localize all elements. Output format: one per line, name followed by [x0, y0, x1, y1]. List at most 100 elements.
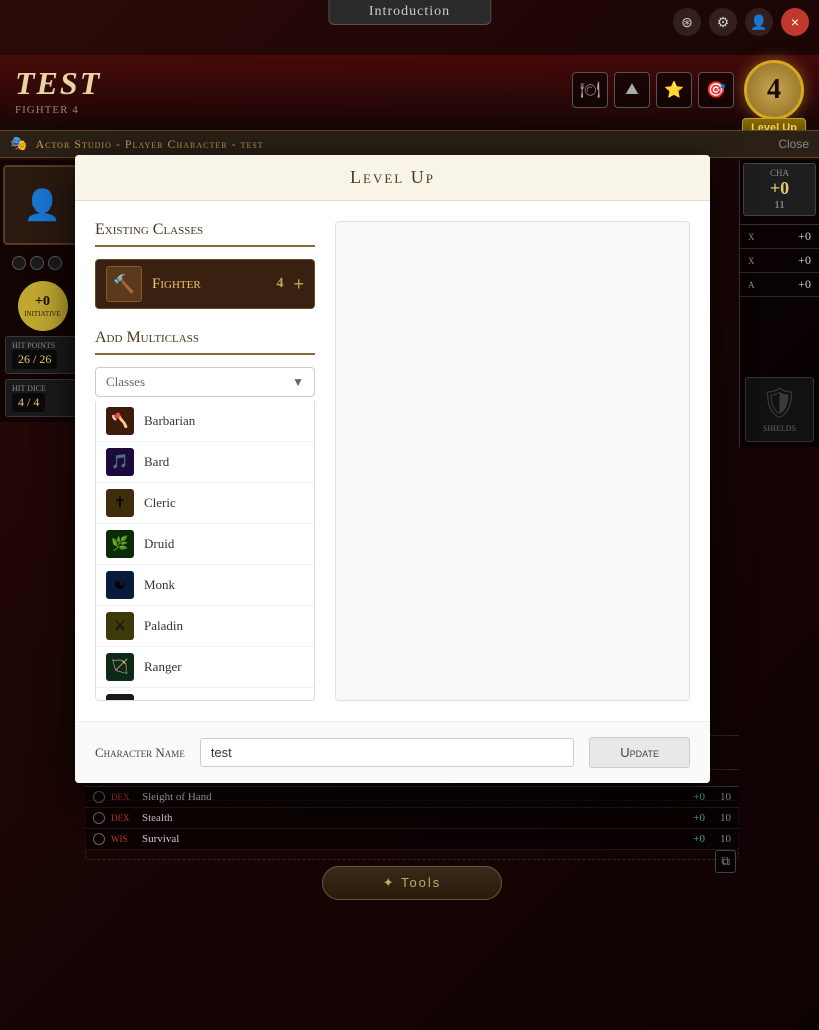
fighter-icon: 🔨 — [106, 266, 142, 302]
stat-row-2-val: +0 — [798, 253, 811, 268]
stat-row-2: X +0 — [740, 249, 819, 273]
druid-icon: 🌿 — [106, 530, 134, 558]
stat-row-1-val: +0 — [798, 229, 811, 244]
actor-studio-text: Actor Studio - Player Character - test — [35, 137, 263, 152]
prof-circle-3 — [48, 256, 62, 270]
right-stat-rows: X +0 X +0 A +0 — [740, 224, 819, 297]
modal-header: Level Up — [75, 155, 710, 201]
user-icon-btn[interactable]: 👤 — [745, 8, 773, 36]
cha-mod: +0 — [746, 178, 813, 199]
classes-dropdown[interactable]: Classes ▼ — [95, 367, 315, 397]
class-item-monk[interactable]: ☯ Monk — [96, 565, 314, 606]
skill-name-2: Stealth — [142, 812, 669, 824]
update-button[interactable]: Update — [589, 737, 690, 768]
skill-proficiency-2 — [93, 812, 105, 824]
skill-score-2: 10 — [711, 812, 731, 824]
shield-area: 🛡 SHIELDS — [745, 377, 814, 442]
character-info: TEST FIGHTER 4 — [15, 65, 101, 116]
class-item-paladin[interactable]: ⚔ Paladin — [96, 606, 314, 647]
level-up-modal: Level Up Existing Classes 🔨 Fighter 4 + … — [75, 155, 710, 783]
prof-circle-1 — [12, 256, 26, 270]
copy-icon-btn[interactable]: ⧉ — [715, 850, 736, 873]
bard-name: Bard — [144, 454, 169, 470]
action-icon-1[interactable]: 🍽 — [572, 72, 608, 108]
druid-name: Druid — [144, 536, 174, 552]
skill-proficiency-1 — [93, 791, 105, 803]
fighter-name: Fighter — [152, 276, 266, 293]
cleric-icon: ✝ — [106, 489, 134, 517]
modal-body: Existing Classes 🔨 Fighter 4 + Add Multi… — [75, 201, 710, 721]
initiative-label: Initiative — [24, 310, 61, 318]
skill-row-3: WIS Survival +0 10 — [85, 829, 739, 850]
monk-icon: ☯ — [106, 571, 134, 599]
skill-row-2: DEX Stealth +0 10 — [85, 808, 739, 829]
dropdown-arrow-icon: ▼ — [292, 375, 304, 390]
action-icon-3[interactable]: ⭐ — [656, 72, 692, 108]
hit-dice-box: Hit Dice 4 / 4 — [5, 379, 80, 417]
skill-score-1: 10 — [711, 791, 731, 803]
modal-title: Level Up — [95, 167, 690, 188]
fighter-add-button[interactable]: + — [293, 274, 304, 295]
stat-row-1: X +0 — [740, 225, 819, 249]
classes-dropdown-text: Classes — [106, 374, 145, 390]
stat-row-3-val: +0 — [798, 277, 811, 292]
cha-score: 11 — [746, 199, 813, 211]
prof-circle-2 — [30, 256, 44, 270]
skill-mod-2: +0 — [675, 812, 705, 824]
action-icon-2[interactable]: ⛰ — [614, 72, 650, 108]
existing-class-fighter: 🔨 Fighter 4 + — [95, 259, 315, 309]
character-class: FIGHTER 4 — [15, 104, 101, 116]
action-icon-4[interactable]: 🎯 — [698, 72, 734, 108]
cha-label: CHA — [746, 168, 813, 178]
tools-label: ✦ Tools — [383, 875, 442, 890]
skill-mod-3: +0 — [675, 833, 705, 845]
class-item-cleric[interactable]: ✝ Cleric — [96, 483, 314, 524]
modal-left-panel: Existing Classes 🔨 Fighter 4 + Add Multi… — [95, 221, 315, 701]
skill-row-1: DEX Sleight of Hand +0 10 — [85, 787, 739, 808]
class-list: 🪓 Barbarian 🎵 Bard ✝ Cleric 🌿 Druid ☯ — [95, 401, 315, 701]
initiative-box: +0 Initiative — [18, 281, 68, 331]
hd-value: 4 / 4 — [12, 393, 45, 412]
barbarian-icon: 🪓 — [106, 407, 134, 435]
modal-footer: Character Name Update — [75, 721, 710, 783]
char-name-input[interactable] — [200, 738, 574, 767]
modal-right-panel — [335, 221, 690, 701]
class-item-bard[interactable]: 🎵 Bard — [96, 442, 314, 483]
intro-tab[interactable]: Introduction — [328, 0, 491, 25]
ranger-icon: 🏹 — [106, 653, 134, 681]
menu-icon-btn[interactable]: ⊛ — [673, 8, 701, 36]
class-item-druid[interactable]: 🌿 Druid — [96, 524, 314, 565]
initiative-value: +0 — [35, 294, 50, 310]
skill-score-3: 10 — [711, 833, 731, 845]
close-studio-button[interactable]: Close — [778, 137, 809, 151]
class-item-ranger[interactable]: 🏹 Ranger — [96, 647, 314, 688]
add-icon: + — [293, 274, 304, 294]
character-actions: 🍽 ⛰ ⭐ 🎯 4 Level Up — [572, 60, 804, 120]
tools-button[interactable]: ✦ Tools — [322, 866, 503, 900]
hp-label: Hit Points — [12, 341, 73, 350]
hit-points-box: Hit Points 26 / 26 — [5, 336, 80, 374]
tools-bar: ✦ Tools — [85, 866, 739, 900]
bard-icon: 🎵 — [106, 448, 134, 476]
level-badge: 4 — [744, 60, 804, 120]
ranger-name: Ranger — [144, 659, 182, 675]
shield-icon: 🛡 — [750, 386, 809, 421]
existing-classes-title: Existing Classes — [95, 221, 315, 247]
class-item-barbarian[interactable]: 🪓 Barbarian — [96, 401, 314, 442]
actor-studio-bar: 🎭 Actor Studio - Player Character - test… — [0, 130, 819, 158]
skill-mod-1: +0 — [675, 791, 705, 803]
skill-name-1: Sleight of Hand — [142, 791, 669, 803]
monk-name: Monk — [144, 577, 175, 593]
class-item-rogue[interactable]: 🗡 Rogue — [96, 688, 314, 701]
update-label: Update — [620, 745, 659, 760]
app-close-btn[interactable]: × — [781, 8, 809, 36]
intro-tab-label: Introduction — [369, 4, 450, 19]
add-multiclass-title: Add Multiclass — [95, 329, 315, 355]
hp-value: 26 / 26 — [12, 350, 57, 369]
barbarian-name: Barbarian — [144, 413, 195, 429]
character-name: TEST — [15, 65, 101, 102]
stat-row-3: A +0 — [740, 273, 819, 297]
prof-circles — [0, 250, 85, 276]
settings-icon-btn[interactable]: ⚙ — [709, 8, 737, 36]
cha-stat-box: CHA +0 11 — [743, 163, 816, 216]
